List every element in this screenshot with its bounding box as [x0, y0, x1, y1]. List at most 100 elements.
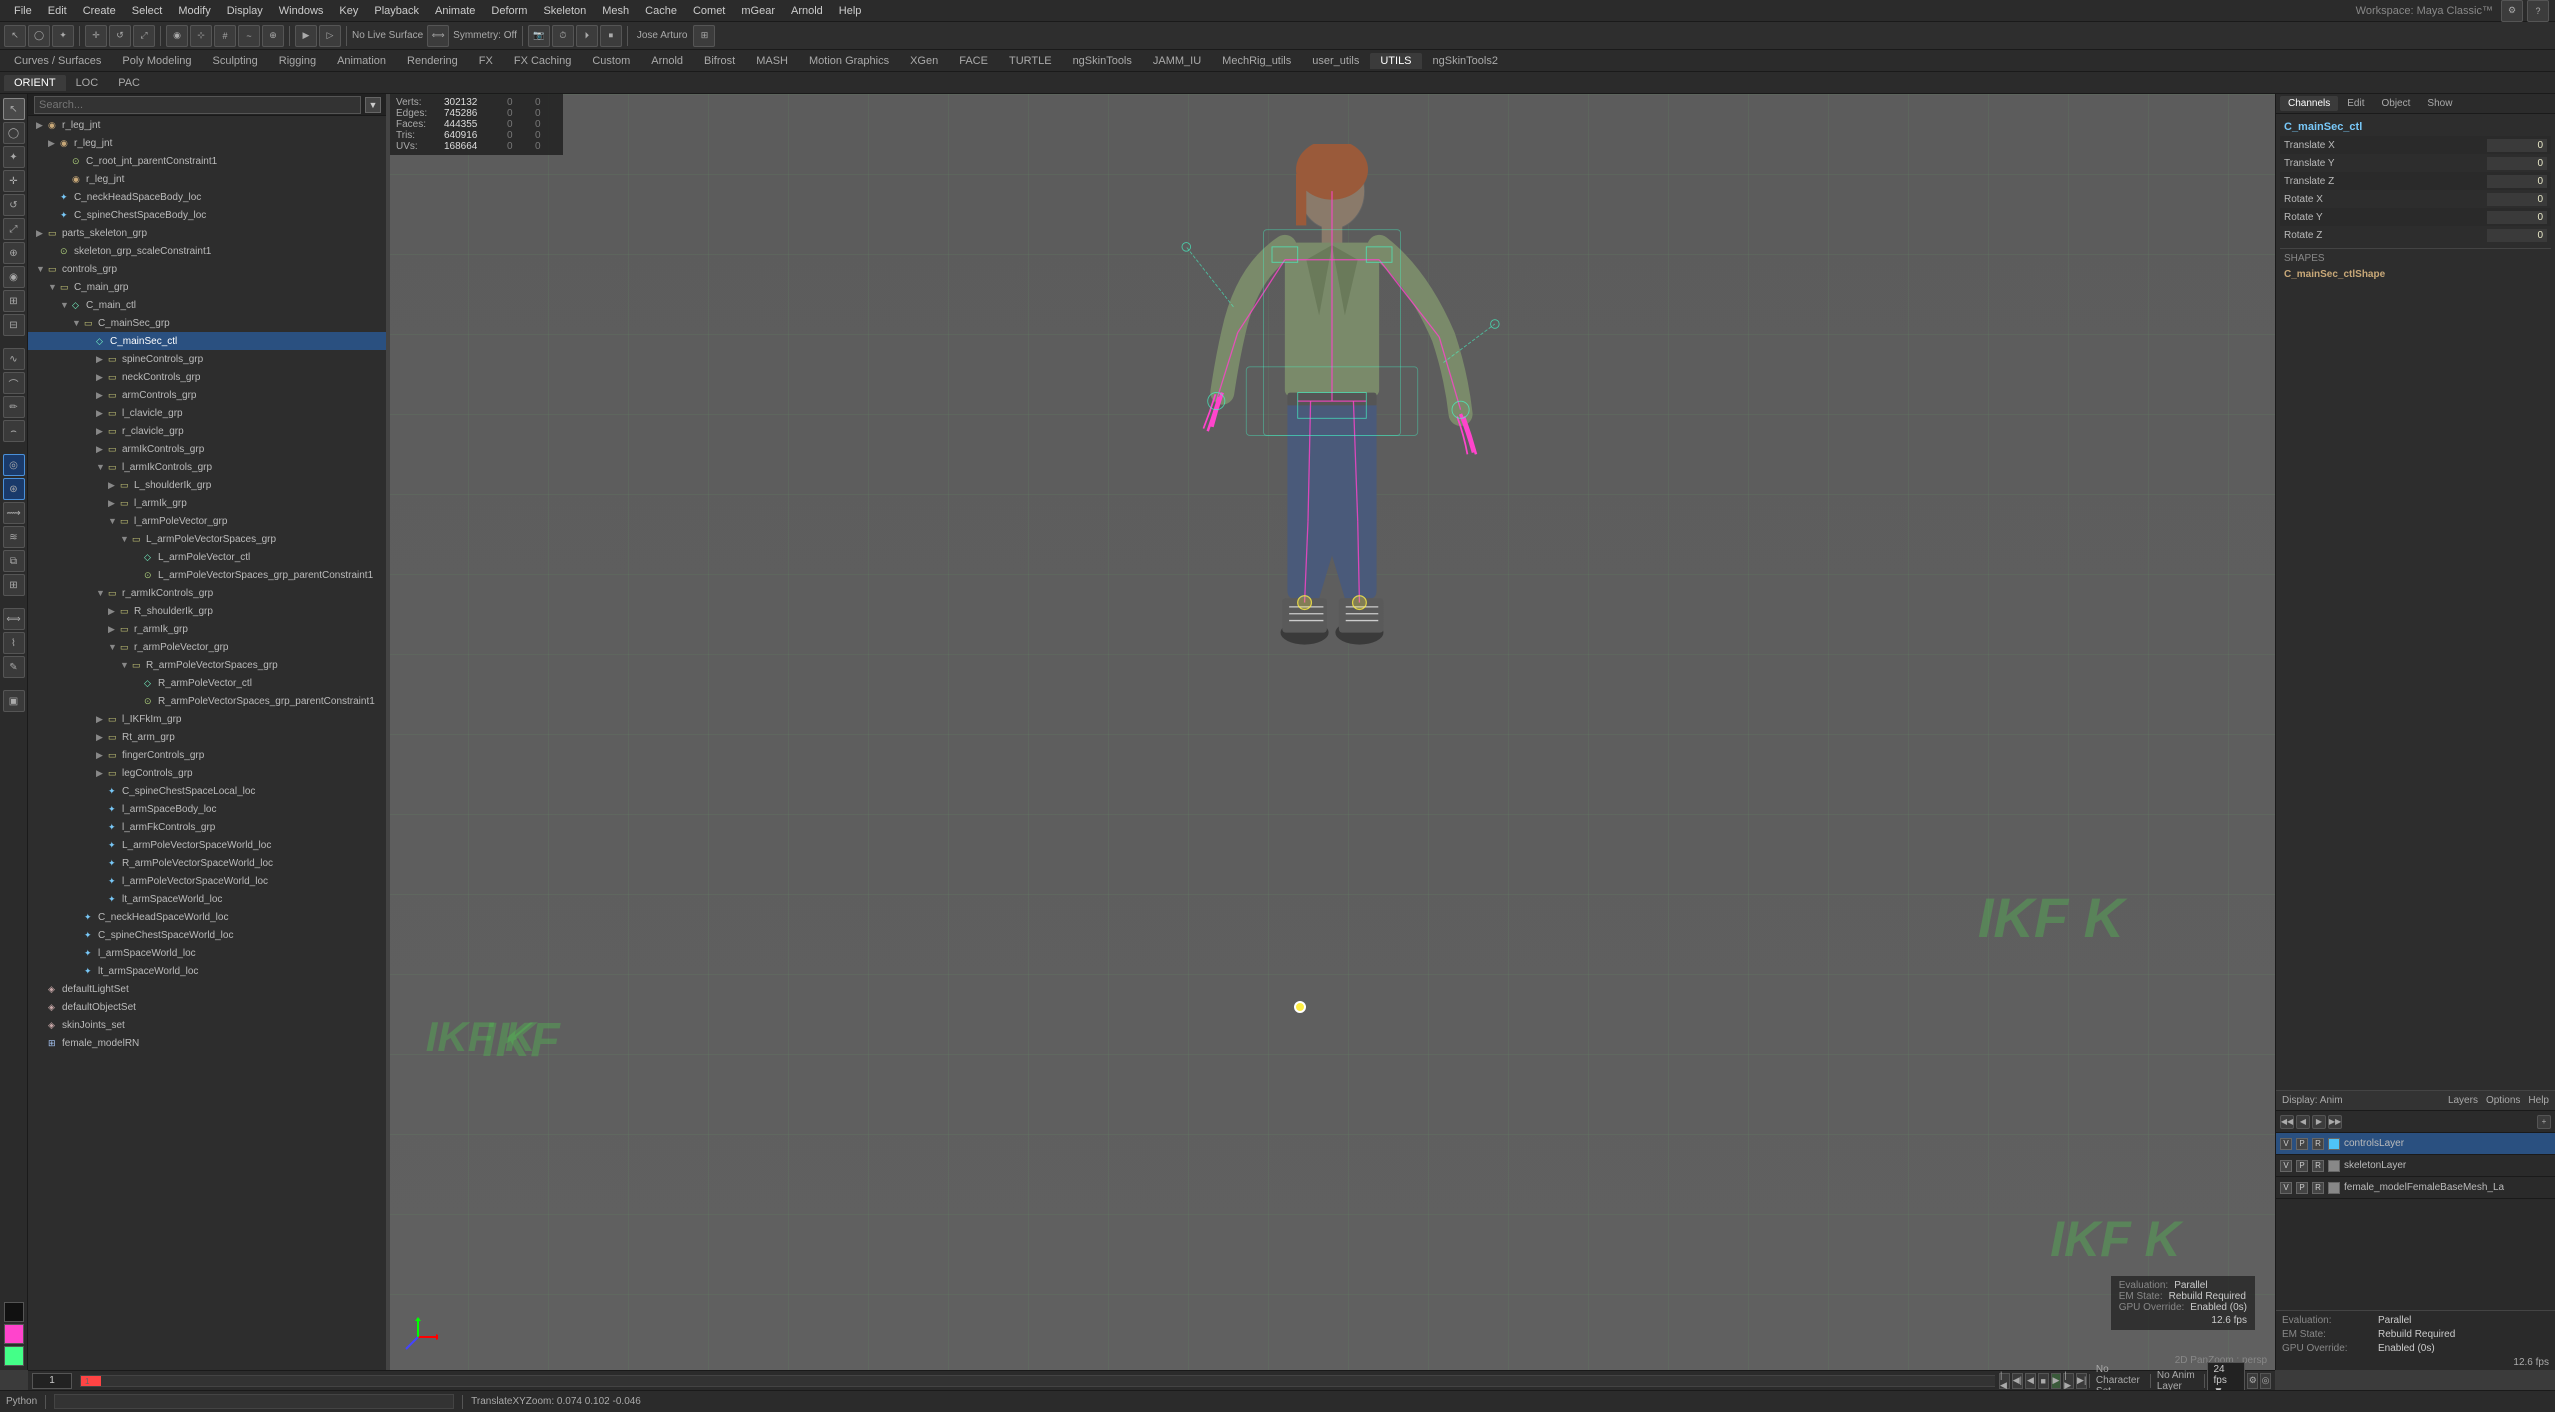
render-icon[interactable]: ▶ — [295, 25, 317, 47]
tree-item[interactable]: ✦ R_armPoleVectorSpaceWorld_loc — [28, 854, 387, 872]
tree-item[interactable]: ◈ defaultObjectSet — [28, 998, 387, 1016]
symmetry-icon[interactable]: ⟺ — [427, 25, 449, 47]
tab-rendering[interactable]: Rendering — [397, 53, 468, 69]
tree-item[interactable]: ▶ ▭ Rt_arm_grp — [28, 728, 387, 746]
tab-sculpting[interactable]: Sculpting — [203, 53, 268, 69]
tree-item[interactable]: ▶ ▭ r_armIk_grp — [28, 620, 387, 638]
tree-item[interactable]: ▶ ▭ fingerControls_grp — [28, 746, 387, 764]
menu-modify[interactable]: Modify — [170, 3, 218, 19]
search-options-icon[interactable]: ▼ — [365, 97, 381, 113]
camera-icon[interactable]: 📷 — [528, 25, 550, 47]
layer-model-vis[interactable]: V — [2280, 1182, 2292, 1194]
ik-spline-icon[interactable]: ≋ — [3, 526, 25, 548]
forward-to-end-btn[interactable]: ▶| — [2076, 1373, 2087, 1389]
layer-prev-icon[interactable]: ◀ — [2296, 1115, 2310, 1129]
universal-manip-icon[interactable]: ⊕ — [3, 242, 25, 264]
command-input[interactable] — [54, 1394, 454, 1409]
tree-item[interactable]: ▼ ▭ R_armPoleVectorSpaces_grp — [28, 656, 387, 674]
translate-z-value[interactable]: 0 — [2487, 175, 2547, 188]
tab-bifrost[interactable]: Bifrost — [694, 53, 745, 69]
layer-skeleton-vis[interactable]: V — [2280, 1160, 2292, 1172]
lasso-icon[interactable]: ◯ — [28, 25, 50, 47]
tab-turtle[interactable]: TURTLE — [999, 53, 1062, 69]
tree-item[interactable]: ✦ C_spineChestSpaceLocal_loc — [28, 782, 387, 800]
menu-cache[interactable]: Cache — [637, 3, 685, 19]
tree-item[interactable]: ⊙ C_root_jnt_parentConstraint1 — [28, 152, 387, 170]
tree-item[interactable]: ▶ ▭ armControls_grp — [28, 386, 387, 404]
render-region-icon[interactable]: ▣ — [3, 690, 25, 712]
tree-item[interactable]: ⊙ skeleton_grp_scaleConstraint1 — [28, 242, 387, 260]
tree-item[interactable]: ✦ C_spineChestSpaceWorld_loc — [28, 926, 387, 944]
layer-p-btn[interactable]: P — [2296, 1138, 2308, 1150]
tree-item[interactable]: ▼ ▭ r_armIkControls_grp — [28, 584, 387, 602]
playback-extra-btn[interactable]: ◎ — [2260, 1373, 2271, 1389]
settings-icon[interactable]: ⚙ — [2501, 0, 2523, 22]
tab-rigging[interactable]: Rigging — [269, 53, 326, 69]
ik-handle-icon[interactable]: ⟿ — [3, 502, 25, 524]
tree-item[interactable]: ▶ ▭ L_shoulderIk_grp — [28, 476, 387, 494]
tree-item[interactable]: ▼ ▭ L_armPoleVectorSpaces_grp — [28, 530, 387, 548]
tree-item[interactable]: ▼ ▭ C_mainSec_grp — [28, 314, 387, 332]
menu-animate[interactable]: Animate — [427, 3, 483, 19]
menu-mesh[interactable]: Mesh — [594, 3, 637, 19]
tree-item[interactable]: ◉ r_leg_jnt — [28, 170, 387, 188]
tree-item[interactable]: ⊞ female_modelRN — [28, 1034, 387, 1052]
layer-model-r[interactable]: R — [2312, 1182, 2324, 1194]
tree-item[interactable]: ◇ L_armPoleVector_ctl — [28, 548, 387, 566]
tree-item[interactable]: ▶ ▭ legControls_grp — [28, 764, 387, 782]
step-back-btn[interactable]: ◀| — [2012, 1373, 2023, 1389]
menu-display[interactable]: Display — [219, 3, 271, 19]
character-viewport[interactable]: IKF IKF K IKF K IKF K 2D PanZoom : persp — [388, 94, 2275, 1370]
menu-edit[interactable]: Edit — [40, 3, 75, 19]
snap-view-icon[interactable]: ⊟ — [3, 314, 25, 336]
tree-item[interactable]: ✦ C_neckHeadSpaceWorld_loc — [28, 908, 387, 926]
rotate-y-row[interactable]: Rotate Y 0 — [2280, 208, 2551, 226]
tree-item[interactable]: ▼ ▭ l_armIkControls_grp — [28, 458, 387, 476]
select-mode-icon[interactable]: ↖ — [4, 25, 26, 47]
layer-forward-icon[interactable]: ▶▶ — [2328, 1115, 2342, 1129]
soft-select-icon[interactable]: ◉ — [166, 25, 188, 47]
show-manip-icon[interactable]: ⊞ — [3, 290, 25, 312]
tab-curves-surfaces[interactable]: Curves / Surfaces — [4, 53, 111, 69]
tab-fx-caching[interactable]: FX Caching — [504, 53, 581, 69]
layer-back-icon[interactable]: ◀◀ — [2280, 1115, 2294, 1129]
layer-add-icon[interactable]: + — [2537, 1115, 2551, 1129]
menu-select[interactable]: Select — [124, 3, 171, 19]
layer-skeleton-p[interactable]: P — [2296, 1160, 2308, 1172]
tab-poly-modeling[interactable]: Poly Modeling — [112, 53, 201, 69]
rotate-x-row[interactable]: Rotate X 0 — [2280, 190, 2551, 208]
layers-tab[interactable]: Layers — [2448, 1095, 2478, 1106]
tab-animation[interactable]: Animation — [327, 53, 396, 69]
curve-tool-icon[interactable]: ∿ — [3, 348, 25, 370]
layer-female-model[interactable]: V P R female_modelFemaleBaseMesh_La — [2276, 1177, 2555, 1199]
tree-item[interactable]: ▶ ▭ l_armIk_grp — [28, 494, 387, 512]
stop-btn[interactable]: ■ — [2038, 1373, 2049, 1389]
tab-orient[interactable]: ORIENT — [4, 75, 66, 91]
tab-xgen[interactable]: XGen — [900, 53, 948, 69]
menu-deform[interactable]: Deform — [483, 3, 535, 19]
tree-item[interactable]: ▼ ◇ C_main_ctl — [28, 296, 387, 314]
tree-item[interactable]: ◈ defaultLightSet — [28, 980, 387, 998]
tree-item[interactable]: ▶ ▭ parts_skeleton_grp — [28, 224, 387, 242]
rivet-icon[interactable]: ◎ — [3, 454, 25, 476]
tree-item[interactable]: ▶ ▭ R_shoulderIk_grp — [28, 602, 387, 620]
frame-number[interactable]: 1 — [32, 1373, 72, 1389]
tree-item[interactable]: ◇ R_armPoleVector_ctl — [28, 674, 387, 692]
tab-fx[interactable]: FX — [469, 53, 503, 69]
tree-item[interactable]: ✦ lt_armSpaceWorld_loc — [28, 962, 387, 980]
tree-item[interactable]: ▶ ▭ l_clavicle_grp — [28, 404, 387, 422]
translate-x-row[interactable]: Translate X 0 — [2280, 136, 2551, 154]
play-icon[interactable]: ⏵ — [576, 25, 598, 47]
outliner-search-input[interactable] — [34, 96, 361, 114]
tree-item[interactable]: ▶ ▭ l_IKFkIm_grp — [28, 710, 387, 728]
menu-playback[interactable]: Playback — [366, 3, 427, 19]
tab-show[interactable]: Show — [2419, 96, 2460, 111]
menu-comet[interactable]: Comet — [685, 3, 733, 19]
tree-item[interactable]: ▶ ◉ r_leg_jnt — [28, 134, 387, 152]
tree-item-selected[interactable]: ◇ C_mainSec_ctl — [28, 332, 387, 350]
menu-mgear[interactable]: mGear — [733, 3, 783, 19]
play-back-btn[interactable]: ◀ — [2025, 1373, 2036, 1389]
cluster-icon[interactable]: ⧉ — [3, 550, 25, 572]
snap-point-icon[interactable]: ⊕ — [262, 25, 284, 47]
menu-arnold[interactable]: Arnold — [783, 3, 831, 19]
